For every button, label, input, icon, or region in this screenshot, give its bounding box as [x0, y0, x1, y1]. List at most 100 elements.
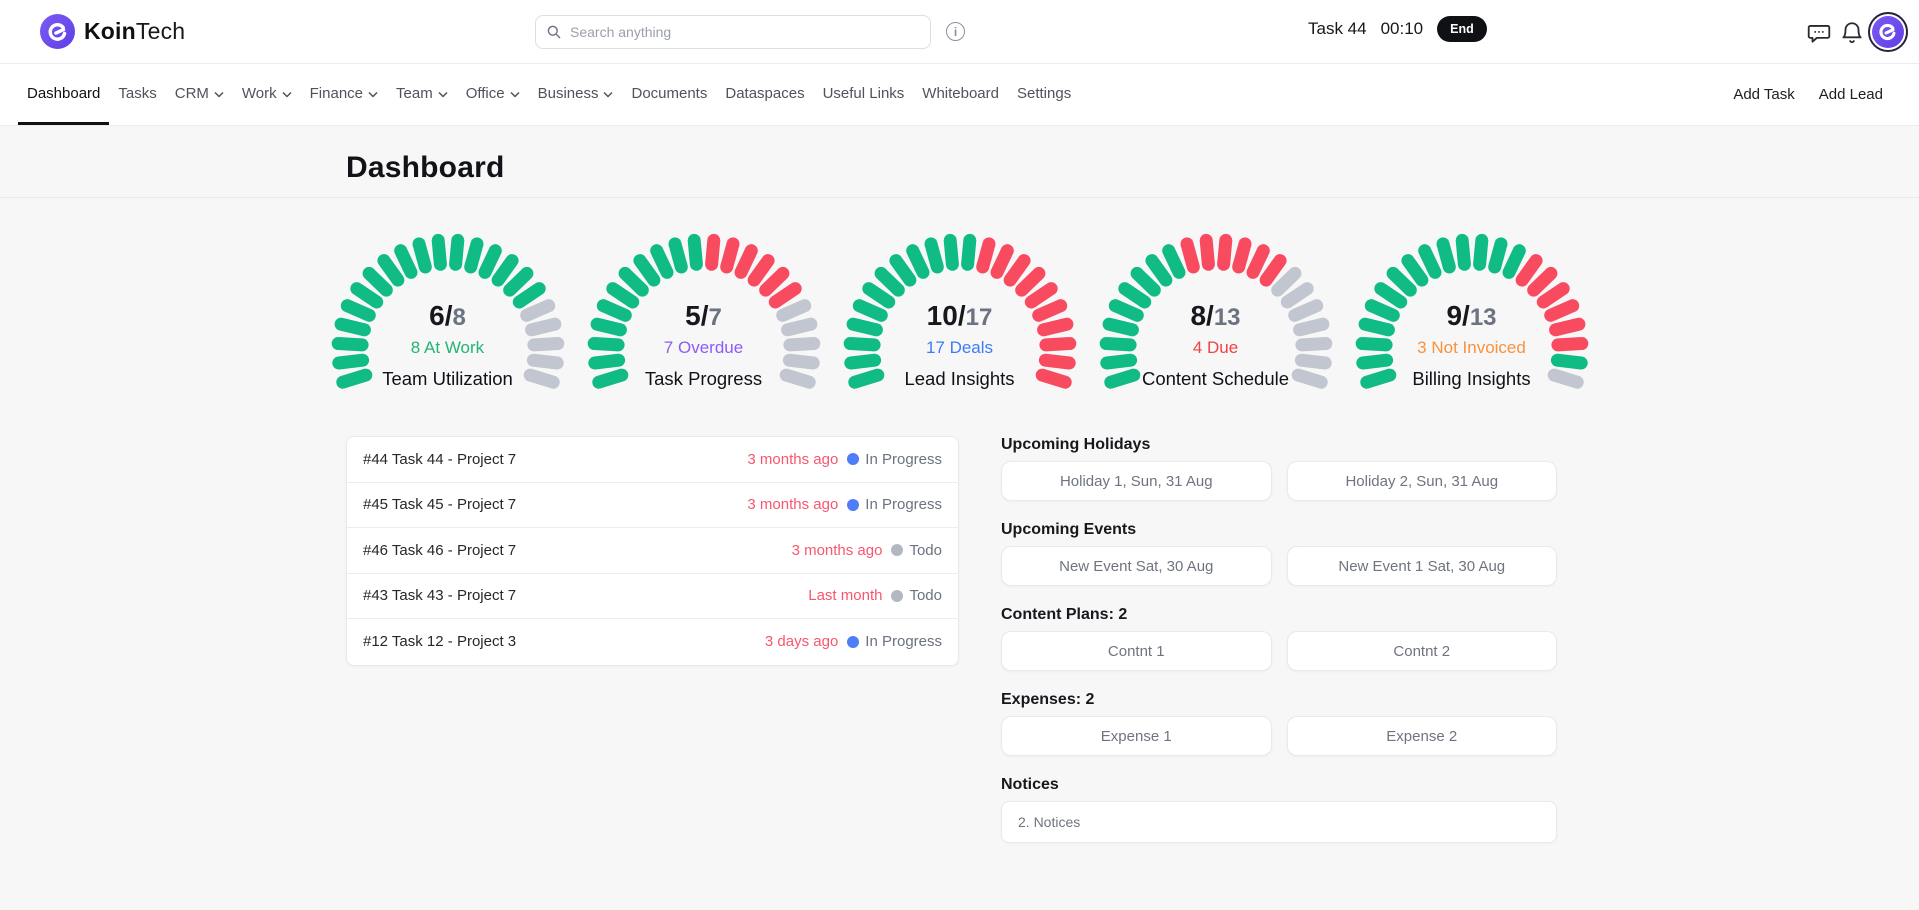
task-title: #45 Task 45 - Project 7 — [363, 496, 747, 513]
content-plan-card[interactable]: Contnt 1 — [1001, 631, 1272, 671]
gauge-content-schedule: 8/13 4 Due Content Schedule — [1096, 226, 1336, 398]
content-plan-card[interactable]: Contnt 2 — [1287, 631, 1558, 671]
search-bar — [535, 15, 931, 49]
app-header: KoinTech i Task 44 00:10 End — [0, 0, 1919, 64]
upcoming-events-section: Upcoming Events New Event Sat, 30 Aug Ne… — [1001, 521, 1557, 586]
task-time: 3 months ago — [792, 542, 883, 559]
notices-section: Notices 2. Notices — [1001, 776, 1557, 843]
holiday-card[interactable]: Holiday 1, Sun, 31 Aug — [1001, 461, 1272, 501]
gauge-sublabel: 7 Overdue — [584, 338, 824, 358]
chevron-down-icon — [510, 91, 520, 98]
content-plans-section: Content Plans: 2 Contnt 1 Contnt 2 — [1001, 606, 1557, 671]
task-row[interactable]: #12 Task 12 - Project 3 3 days ago In Pr… — [347, 619, 958, 665]
notice-card[interactable]: 2. Notices — [1001, 801, 1557, 843]
logo-icon — [40, 14, 75, 49]
dashboard-content: #44 Task 44 - Project 7 3 months ago In … — [346, 436, 1557, 863]
gauge-value: 5/7 — [584, 300, 824, 332]
user-avatar[interactable] — [1868, 12, 1908, 52]
gauge-title: Task Progress — [584, 368, 824, 390]
task-row[interactable]: #43 Task 43 - Project 7 Last month Todo — [347, 574, 958, 620]
timer-task-label: Task 44 — [1308, 19, 1367, 39]
holiday-card[interactable]: Holiday 2, Sun, 31 Aug — [1287, 461, 1558, 501]
gauge-value: 6/8 — [328, 300, 568, 332]
add-lead-button[interactable]: Add Lead — [1807, 64, 1895, 125]
nav-item-tasks[interactable]: Tasks — [109, 64, 165, 125]
nav-item-office[interactable]: Office — [457, 64, 529, 125]
section-heading: Notices — [1001, 776, 1557, 794]
page-head: Dashboard — [0, 126, 1919, 198]
gauge-sublabel: 3 Not Invoiced — [1352, 338, 1592, 358]
bell-icon[interactable] — [1839, 20, 1865, 46]
gauge-lead-insights: 10/17 17 Deals Lead Insights — [840, 226, 1080, 398]
avatar-logo-icon — [1872, 16, 1904, 48]
section-heading: Content Plans: 2 — [1001, 606, 1557, 624]
event-card[interactable]: New Event Sat, 30 Aug — [1001, 546, 1272, 586]
expense-card[interactable]: Expense 1 — [1001, 716, 1272, 756]
task-title: #44 Task 44 - Project 7 — [363, 451, 747, 468]
gauge-title: Lead Insights — [840, 368, 1080, 390]
timer-clock: 00:10 — [1381, 19, 1424, 39]
task-row[interactable]: #44 Task 44 - Project 7 3 months ago In … — [347, 437, 958, 483]
expenses-section: Expenses: 2 Expense 1 Expense 2 — [1001, 691, 1557, 756]
gauge-value: 8/13 — [1096, 300, 1336, 332]
task-status: Todo — [909, 587, 942, 604]
expense-card[interactable]: Expense 2 — [1287, 716, 1558, 756]
main-nav: Dashboard Tasks CRM Work Finance Team Of… — [0, 64, 1919, 126]
gauge-billing-insights: 9/13 3 Not Invoiced Billing Insights — [1352, 226, 1592, 398]
gauge-task-progress: 5/7 7 Overdue Task Progress — [584, 226, 824, 398]
chevron-down-icon — [603, 91, 613, 98]
add-task-button[interactable]: Add Task — [1721, 64, 1806, 125]
status-dot — [847, 636, 859, 648]
status-dot — [891, 544, 903, 556]
gauge-team-utilization: 6/8 8 At Work Team Utilization — [328, 226, 568, 398]
status-dot — [891, 590, 903, 602]
gauge-title: Billing Insights — [1352, 368, 1592, 390]
nav-item-work[interactable]: Work — [233, 64, 301, 125]
nav-item-dataspaces[interactable]: Dataspaces — [716, 64, 813, 125]
task-status: In Progress — [865, 451, 942, 468]
gauge-sublabel: 8 At Work — [328, 338, 568, 358]
chevron-down-icon — [368, 91, 378, 98]
task-row[interactable]: #46 Task 46 - Project 7 3 months ago Tod… — [347, 528, 958, 574]
task-time: 3 months ago — [747, 496, 838, 513]
chevron-down-icon — [214, 91, 224, 98]
task-time: 3 days ago — [765, 633, 838, 650]
end-timer-button[interactable]: End — [1437, 16, 1487, 42]
task-status: In Progress — [865, 633, 942, 650]
nav-item-whiteboard[interactable]: Whiteboard — [913, 64, 1008, 125]
section-heading: Upcoming Holidays — [1001, 436, 1557, 454]
gauge-value: 10/17 — [840, 300, 1080, 332]
gauge-title: Team Utilization — [328, 368, 568, 390]
task-title: #46 Task 46 - Project 7 — [363, 542, 792, 559]
nav-item-settings[interactable]: Settings — [1008, 64, 1080, 125]
task-timer: Task 44 00:10 End — [1308, 16, 1487, 42]
chat-icon[interactable] — [1806, 20, 1832, 46]
nav-item-finance[interactable]: Finance — [301, 64, 387, 125]
gauge-title: Content Schedule — [1096, 368, 1336, 390]
nav-item-dashboard[interactable]: Dashboard — [18, 64, 109, 125]
section-heading: Upcoming Events — [1001, 521, 1557, 539]
gauge-sublabel: 17 Deals — [840, 338, 1080, 358]
page-title: Dashboard — [346, 151, 505, 197]
right-column: Upcoming Holidays Holiday 1, Sun, 31 Aug… — [1001, 436, 1557, 863]
task-status: Todo — [909, 542, 942, 559]
event-card[interactable]: New Event 1 Sat, 30 Aug — [1287, 546, 1558, 586]
task-status: In Progress — [865, 496, 942, 513]
task-title: #43 Task 43 - Project 7 — [363, 587, 808, 604]
nav-item-team[interactable]: Team — [387, 64, 457, 125]
brand-name: KoinTech — [84, 18, 185, 45]
search-input[interactable] — [570, 24, 920, 40]
nav-item-documents[interactable]: Documents — [622, 64, 716, 125]
chevron-down-icon — [282, 91, 292, 98]
gauge-value: 9/13 — [1352, 300, 1592, 332]
task-time: 3 months ago — [747, 451, 838, 468]
brand-logo[interactable]: KoinTech — [40, 14, 185, 49]
task-row[interactable]: #45 Task 45 - Project 7 3 months ago In … — [347, 483, 958, 529]
kpi-gauges-row: 6/8 8 At Work Team Utilization 5/7 7 Ove… — [0, 226, 1919, 398]
nav-item-useful-links[interactable]: Useful Links — [814, 64, 914, 125]
info-icon[interactable]: i — [946, 22, 965, 41]
nav-item-crm[interactable]: CRM — [166, 64, 233, 125]
nav-item-business[interactable]: Business — [529, 64, 623, 125]
status-dot — [847, 499, 859, 511]
task-time: Last month — [808, 587, 882, 604]
